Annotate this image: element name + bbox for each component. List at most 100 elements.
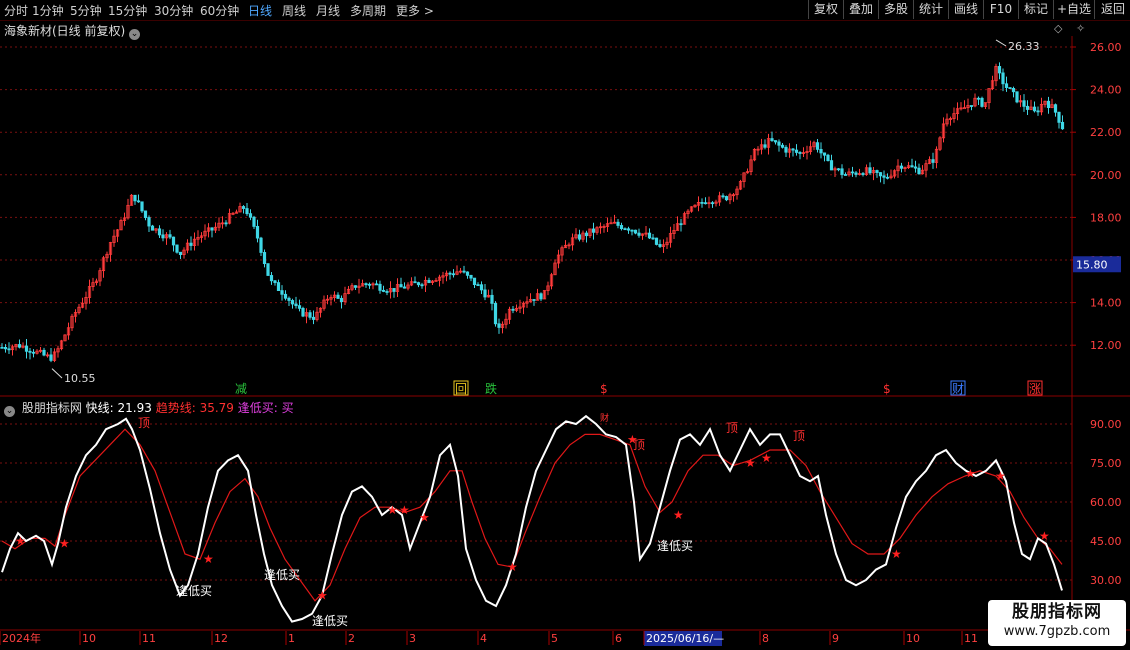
candle-body <box>171 236 176 246</box>
candle-body <box>248 213 253 218</box>
candle-body <box>497 323 501 328</box>
event-marker: 减 <box>235 382 247 396</box>
candle-body <box>465 271 470 276</box>
candle-body <box>476 284 480 287</box>
candle-body <box>724 196 729 201</box>
time-tick-label: 10 <box>82 632 96 645</box>
candle-body <box>1046 100 1051 109</box>
candle-body <box>157 228 162 236</box>
candle-body <box>630 229 634 232</box>
candle-body <box>224 222 228 225</box>
low-pointer <box>51 368 63 379</box>
candle-body <box>763 144 767 148</box>
signal-star: ★ <box>673 508 684 522</box>
event-marker: 财 <box>952 382 964 396</box>
candle-body <box>1036 110 1040 113</box>
candle-body <box>381 289 386 292</box>
candle-body <box>364 283 368 286</box>
candle-body <box>980 97 984 107</box>
candle-body <box>623 228 627 231</box>
time-tick-label: 3 <box>409 632 416 645</box>
candle-body <box>427 279 431 283</box>
candle-body <box>339 297 344 303</box>
candle-body <box>150 225 155 231</box>
price-tick-label: 20.00 <box>1090 169 1122 182</box>
candle-body <box>133 194 137 202</box>
time-tick-label: 6 <box>615 632 622 645</box>
candle-body <box>843 174 848 176</box>
candle-body <box>28 350 32 353</box>
chart-canvas: 减回跌 $ $ 财涨 ★ ★★★★ ★★★★★★ ★★★ ★★顶 顶顶顶财逢低买逢低买逢低买逢低… <box>0 36 1130 646</box>
candle-body <box>290 300 295 305</box>
signal-star: ★ <box>387 503 398 517</box>
signal-star: ★ <box>761 451 772 465</box>
time-tick-label: 9 <box>832 632 839 645</box>
price-tick-label: 12.00 <box>1090 339 1122 352</box>
candle-body <box>269 275 274 282</box>
candle-body <box>266 263 270 276</box>
grid <box>0 46 1072 581</box>
time-tick-label: 2024年 <box>2 631 41 645</box>
signal-star: ★ <box>745 456 756 470</box>
candle-body <box>353 285 358 288</box>
signal-star: ★ <box>995 469 1006 483</box>
candle-body <box>308 312 312 318</box>
candle-body <box>336 294 340 299</box>
candle-body <box>784 146 788 153</box>
tiny-label: 财 <box>600 412 609 424</box>
price-tick-label: 22.00 <box>1090 126 1122 139</box>
candle-body <box>283 293 288 299</box>
candle-body <box>819 148 823 154</box>
candle-body <box>448 272 452 275</box>
candle-body <box>633 229 638 234</box>
axes: 26.0024.0022.0020.0018.0016.0014.0012.00… <box>0 36 1130 646</box>
candle-body <box>493 302 498 325</box>
candle-body <box>798 152 802 154</box>
top-label: 顶 <box>633 438 645 452</box>
time-tick-label: 11 <box>142 632 156 645</box>
candle-body <box>1032 106 1037 112</box>
candle-body <box>850 171 855 174</box>
indicator-tick-label: 75.00 <box>1090 457 1122 470</box>
candle-body <box>420 284 424 287</box>
candle-body <box>591 228 596 233</box>
candle-body <box>1008 87 1012 89</box>
event-marker: $ <box>883 382 891 396</box>
candle-body <box>654 237 659 245</box>
watermark: 股朋指标网 www.7gpzb.com <box>988 600 1126 646</box>
candle-body <box>1057 111 1061 123</box>
candle-body <box>262 252 267 265</box>
buy-low-label: 逢低买 <box>657 539 693 553</box>
indicator-tick-label: 60.00 <box>1090 496 1122 509</box>
candle-body <box>826 154 830 162</box>
candle-body <box>511 308 515 311</box>
candle-body <box>899 165 904 169</box>
candle-body <box>255 226 260 239</box>
candle-body <box>822 152 827 156</box>
candle-body <box>175 244 179 253</box>
candle-body <box>241 206 246 209</box>
candle-body <box>273 280 277 283</box>
candlesticks <box>0 39 1065 379</box>
low-price-label: 10.55 <box>64 372 96 385</box>
candle-body <box>861 173 865 175</box>
candle-body <box>679 223 683 226</box>
candle-body <box>189 242 193 246</box>
candle-body <box>637 232 641 236</box>
candle-body <box>469 274 473 279</box>
candle-body <box>770 138 774 141</box>
price-tick-label: 18.00 <box>1090 211 1122 224</box>
fast-line <box>1 414 1063 623</box>
candle-body <box>24 345 29 352</box>
candle-body <box>577 234 582 240</box>
top-label: 顶 <box>138 416 150 430</box>
candle-body <box>136 200 141 203</box>
candle-body <box>875 170 879 173</box>
candle-body <box>402 286 407 289</box>
candle-body <box>0 346 4 349</box>
candle-body <box>280 290 284 295</box>
buy-low-label: 逢低买 <box>312 614 348 628</box>
candle-body <box>462 270 466 273</box>
candle-body <box>584 232 589 237</box>
candle-body <box>385 291 389 293</box>
